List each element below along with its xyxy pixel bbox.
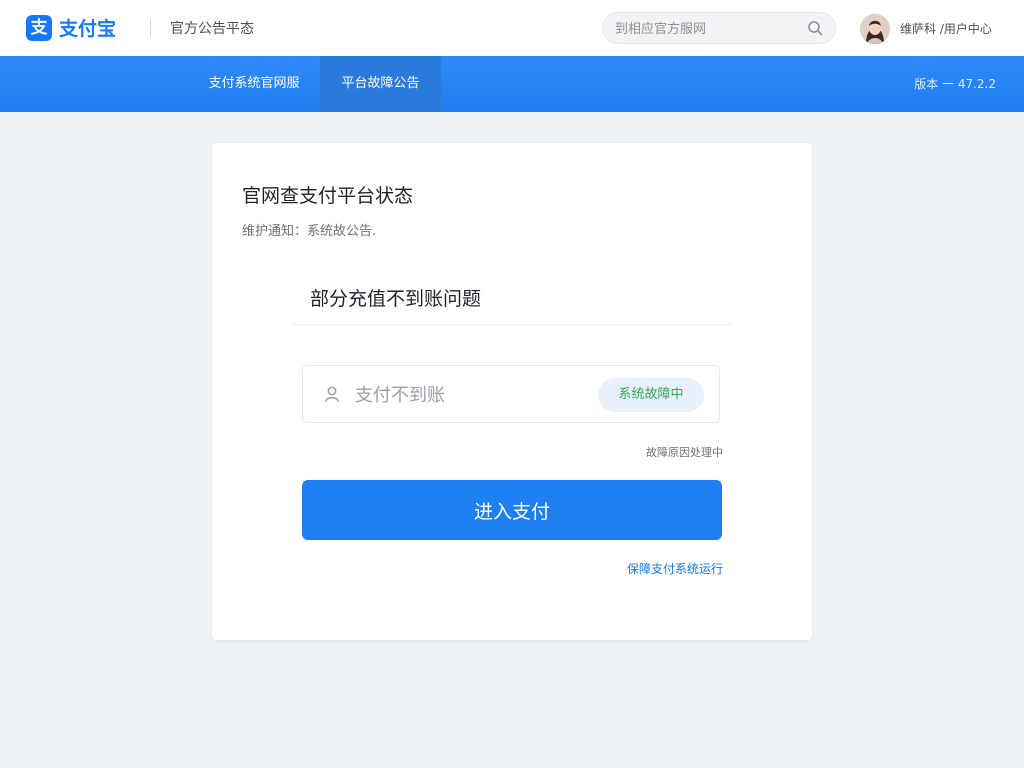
issue-title: 部分充值不到账问题: [310, 288, 482, 310]
status-badge: 系统故障中: [598, 378, 704, 412]
status-hint: 故障原因处理中: [646, 446, 723, 459]
nav-item-fault-notice[interactable]: 平台故障公告: [320, 56, 441, 112]
search-input[interactable]: [613, 13, 807, 45]
nav-bar: 支付系统官网服 平台故障公告 版本 一 47.2.2: [0, 56, 1024, 112]
account-input[interactable]: [353, 379, 587, 411]
maintenance-notice: 维护通知：系统故公告.: [242, 224, 377, 239]
top-header: 支 支付宝 官方公告平态 维萨科 /用户中心: [0, 0, 1024, 56]
account-field[interactable]: 系统故障中: [302, 365, 720, 423]
user-avatar-icon: [860, 14, 890, 44]
logo-text: 支付宝: [59, 18, 117, 40]
alipay-logo-icon: 支: [26, 14, 52, 41]
version-label: 版本 一 47.2.2: [914, 77, 996, 91]
enter-payment-button[interactable]: 进入支付: [302, 480, 722, 540]
search-icon[interactable]: [807, 20, 823, 36]
search-box[interactable]: [602, 12, 836, 45]
header-divider: [150, 19, 151, 37]
card-title: 官网查支付平台状态: [242, 185, 414, 207]
header-subtitle: 官方公告平态: [170, 21, 254, 37]
avatar[interactable]: [860, 14, 890, 44]
support-link[interactable]: 保障支付系统运行: [627, 560, 723, 577]
nav-item-payment-site[interactable]: 支付系统官网服: [200, 56, 308, 112]
status-card: 官网查支付平台状态 维护通知：系统故公告. 部分充值不到账问题 系统故障中 故障…: [212, 143, 812, 640]
user-center-link[interactable]: 维萨科 /用户中心: [900, 20, 992, 37]
logo[interactable]: 支 支付宝: [26, 14, 116, 41]
user-icon: [325, 386, 339, 402]
section-divider: [292, 324, 732, 325]
